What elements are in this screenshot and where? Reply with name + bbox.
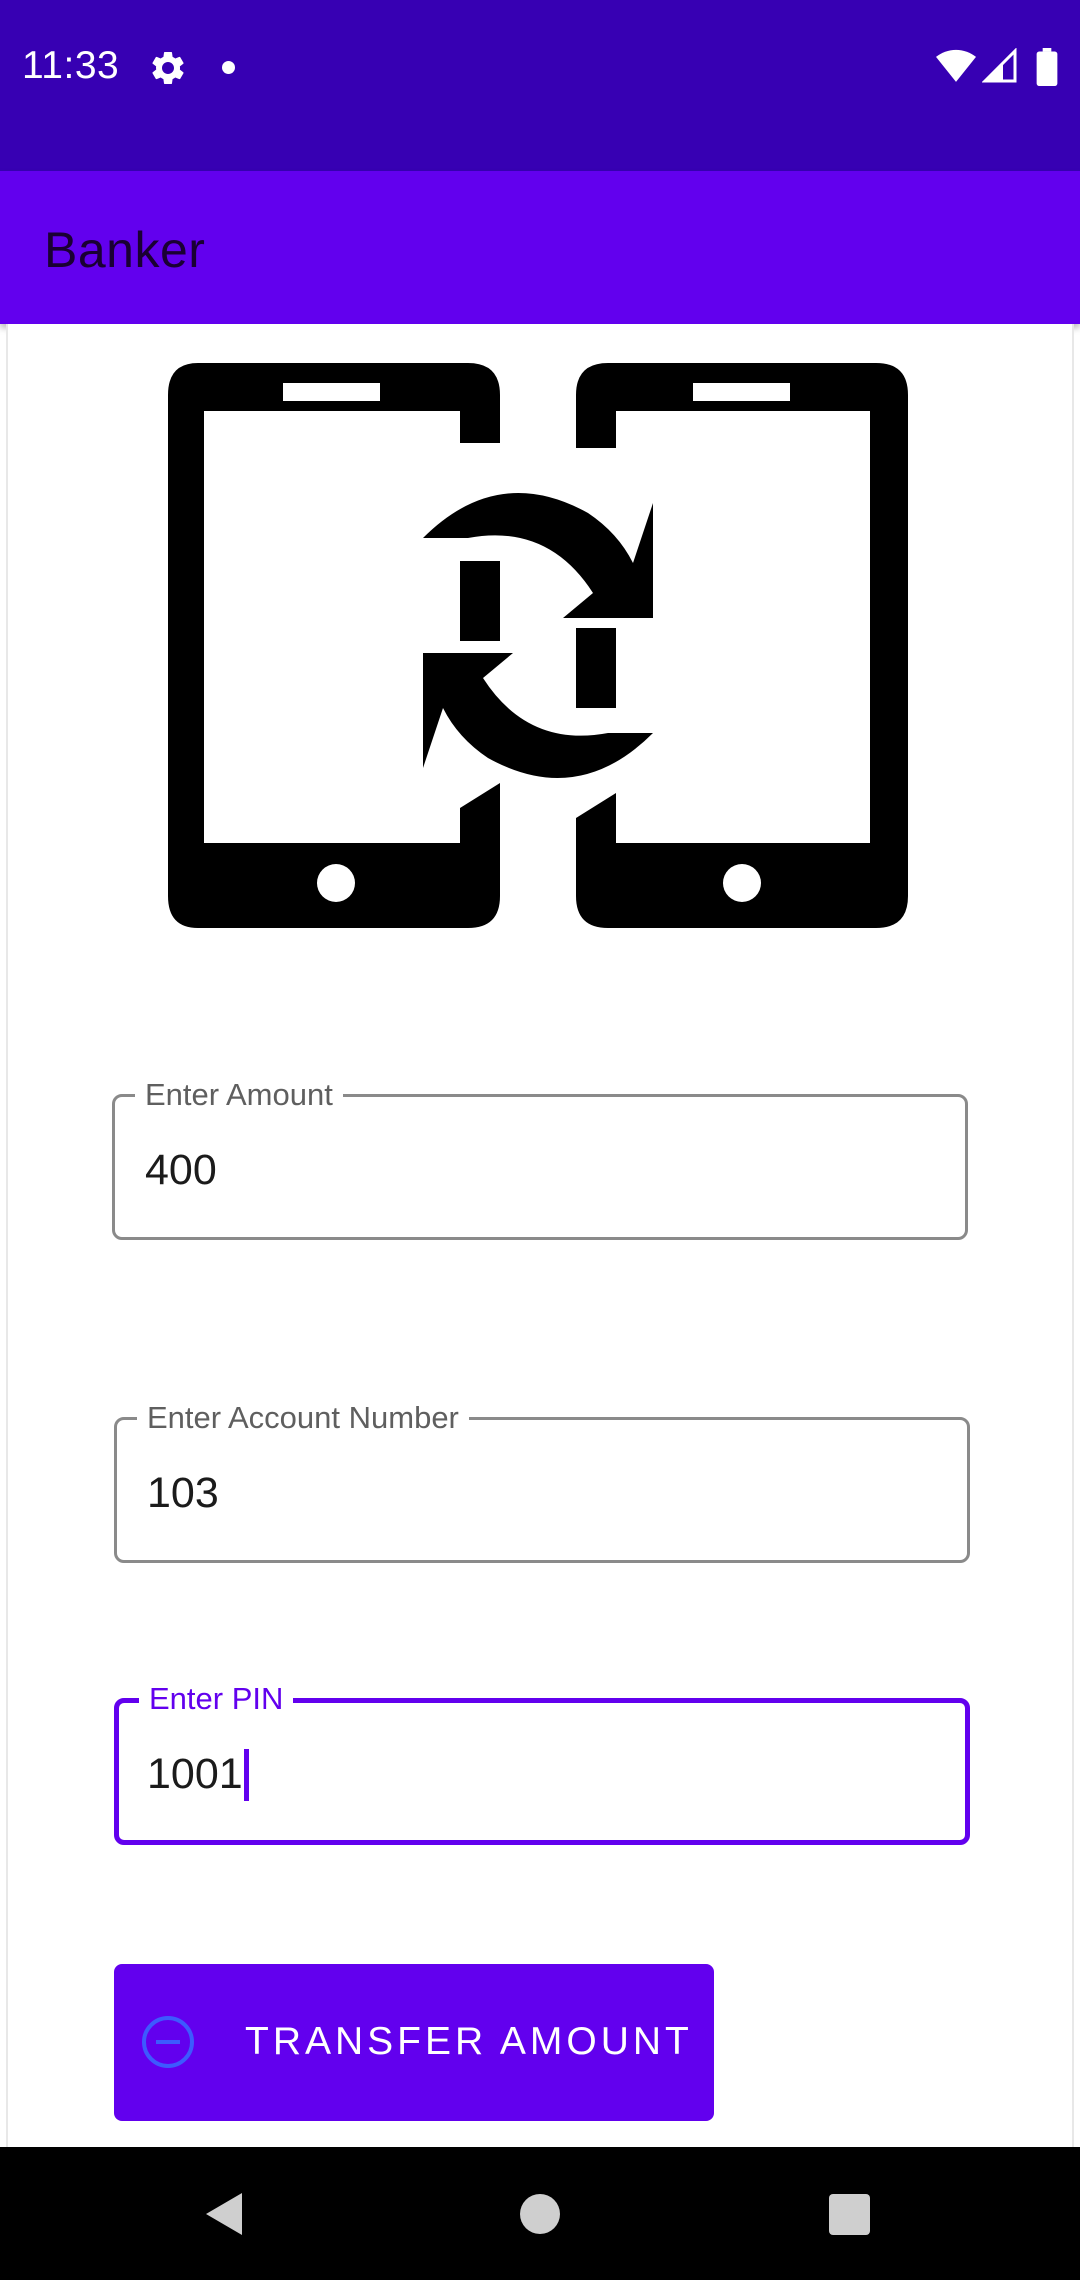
app-bar: Banker [0, 171, 1080, 324]
amount-field-label: Enter Amount [135, 1077, 343, 1113]
wifi-icon [936, 49, 976, 82]
cell-signal-icon [982, 48, 1017, 83]
back-icon[interactable] [204, 2191, 244, 2237]
pin-field[interactable]: Enter PIN 1001 [114, 1681, 970, 1845]
remove-circle-icon [142, 2016, 194, 2068]
account-number-field-value: 103 [147, 1469, 219, 1517]
phone-transfer-icon [168, 363, 908, 928]
gear-icon [152, 51, 184, 84]
transfer-amount-button[interactable]: TRANSFER AMOUNT [114, 1964, 714, 2121]
text-cursor [243, 1749, 249, 1801]
status-time: 11:33 [22, 44, 120, 87]
home-icon[interactable] [520, 2194, 560, 2234]
amount-field[interactable]: Enter Amount 400 [112, 1077, 968, 1240]
account-number-field-label: Enter Account Number [137, 1400, 469, 1436]
recents-icon[interactable] [829, 2194, 870, 2235]
amount-field-value: 400 [145, 1146, 217, 1194]
pin-field-value: 1001 [147, 1750, 243, 1798]
screen: 11:33 Banker Enter Amount 400 Enter Acco… [0, 0, 1080, 2280]
status-bar: 11:33 [0, 0, 1080, 171]
account-number-field[interactable]: Enter Account Number 103 [114, 1400, 970, 1563]
notification-dot-icon [222, 61, 235, 74]
pin-field-label: Enter PIN [139, 1681, 294, 1717]
app-title: Banker [44, 222, 206, 278]
battery-icon [1036, 48, 1058, 86]
pin-field-value-wrap: 1001 [147, 1749, 249, 1801]
navigation-bar [0, 2147, 1080, 2280]
transfer-amount-button-label: TRANSFER AMOUNT [245, 2020, 693, 2063]
